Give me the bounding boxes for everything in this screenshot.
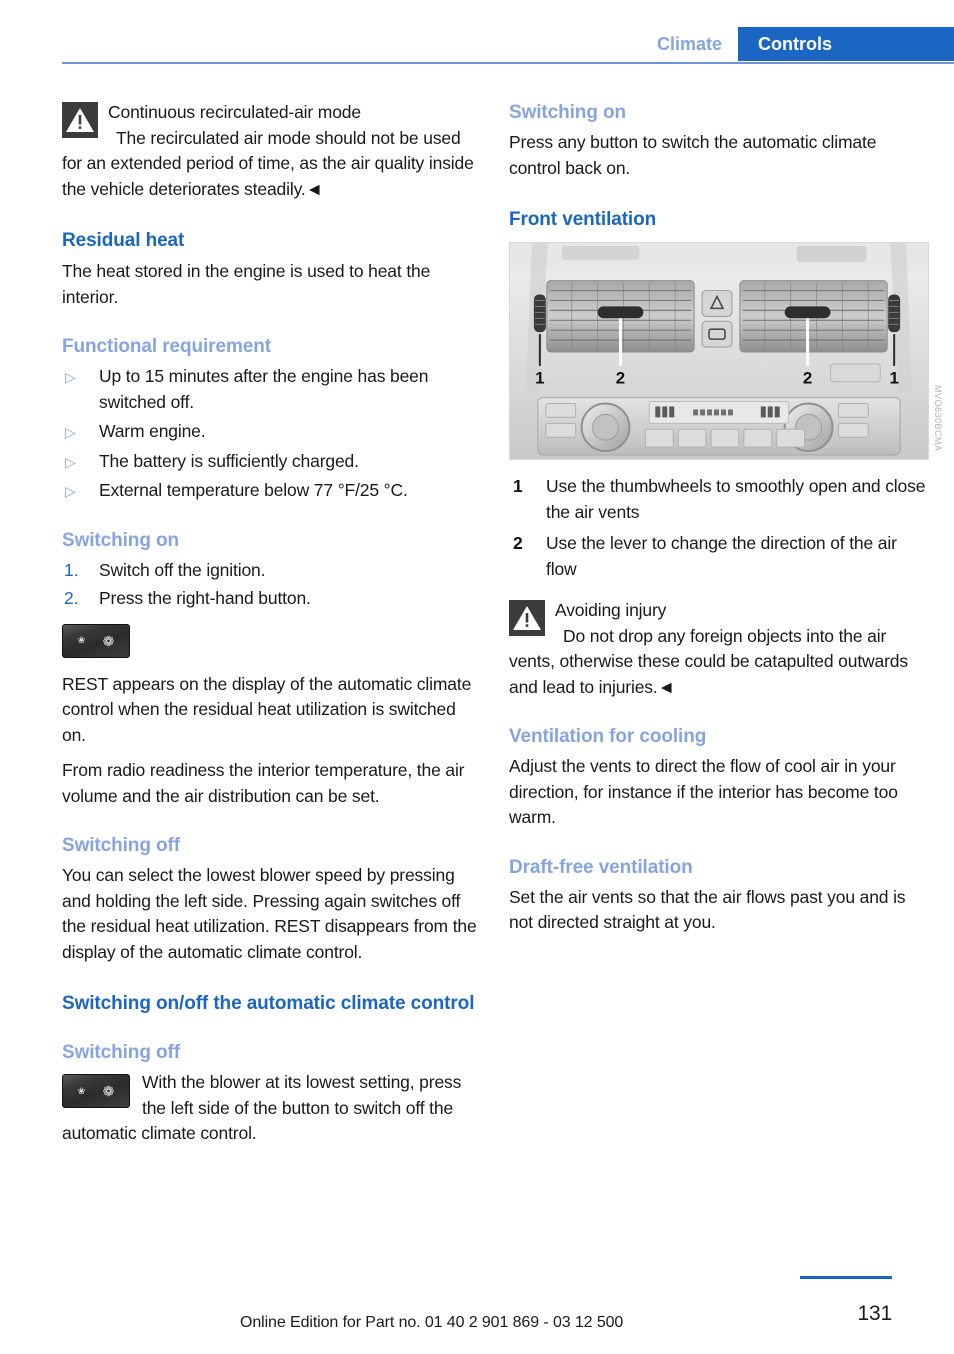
- fan-large-icon: ❁: [102, 632, 115, 649]
- heading-switching-on-left: Switching on: [62, 529, 180, 551]
- fan-large-icon: ❁: [102, 1083, 115, 1099]
- list-item-text: External temperature below 77 °F/25 °C.: [99, 480, 408, 500]
- legend-text: Use the thumbwheels to smoothly open and…: [546, 476, 926, 522]
- legend-text: Use the lever to change the direction of…: [546, 533, 897, 579]
- list-item-text: The battery is sufficiently charged.: [99, 450, 359, 471]
- blower-button-icon: ❀ ❁: [62, 1074, 130, 1108]
- svg-text:2: 2: [803, 369, 812, 388]
- svg-text:1: 1: [889, 369, 898, 388]
- blower-button-icon: ❀ ❁: [62, 623, 130, 658]
- paragraph-rest-display: REST appears on the display of the autom…: [62, 673, 472, 745]
- list-front-vent-legend: 1 Use the thumbwheels to smoothly open a…: [509, 474, 929, 582]
- header-chapter-label: Climate: [638, 27, 738, 61]
- step-text: Switch off the ignition.: [99, 559, 266, 580]
- triangle-bullet-icon: ▷: [65, 453, 76, 470]
- list-switching-on-steps: 1. Switch off the ignition. 2. Press the…: [62, 558, 482, 612]
- heading-draft-free: Draft-free ventilation: [509, 856, 693, 878]
- step-number: 1.: [64, 559, 79, 580]
- heading-functional-requirement: Functional requirement: [62, 336, 271, 357]
- list-functional-requirement: ▷ Up to 15 minutes after the engine has …: [62, 364, 482, 504]
- warning-triangle-icon: [509, 600, 545, 636]
- header-section-label: Controls: [738, 27, 954, 61]
- list-item: ▷ The battery is sufficiently charged.: [62, 449, 482, 475]
- heading-switching-on-right: Switching on: [509, 102, 627, 123]
- page-number-value: 131: [857, 1302, 893, 1325]
- running-header: Climate Controls: [0, 27, 954, 61]
- svg-text:1: 1: [535, 369, 544, 388]
- list-item: ▷ Warm engine.: [62, 419, 482, 445]
- figure-front-vents: 1 2 2 1 MVO630BCMA: [509, 242, 943, 460]
- legend-number: 1: [513, 476, 523, 496]
- warning-triangle-icon: [62, 102, 98, 138]
- legend-number: 2: [513, 533, 523, 553]
- footer-page-number: 131: [800, 1302, 893, 1326]
- figure-reference-code: MVO630BCMA: [933, 385, 943, 452]
- heading-residual-heat: Residual heat: [62, 230, 185, 251]
- paragraph-radio-readiness: From radio readiness the interior temper…: [62, 760, 465, 806]
- heading-front-ventilation: Front ventilation: [509, 209, 657, 230]
- paragraph-draft-free: Set the air vents so that the air flows …: [509, 886, 906, 933]
- step-text: Press the right-hand button.: [99, 588, 311, 608]
- auto-climate-switch-off-block: ❀ ❁ With the blower at its lowest settin…: [62, 1070, 482, 1147]
- triangle-bullet-icon: ▷: [65, 369, 76, 385]
- paragraph-ventilation-cooling: Adjust the vents to direct the flow of c…: [509, 756, 898, 827]
- list-item: ▷ Up to 15 minutes after the engine has …: [62, 364, 482, 415]
- list-item: 2 Use the lever to change the direction …: [509, 531, 929, 582]
- list-item: 1 Use the thumbwheels to smoothly open a…: [509, 474, 929, 525]
- svg-text:2: 2: [616, 369, 625, 388]
- warning-avoiding-injury: Avoiding injury Do not drop any foreign …: [509, 598, 929, 700]
- footer-divider: [800, 1276, 892, 1279]
- warning-body: The recirculated air mode should not be …: [62, 127, 474, 199]
- heading-auto-climate-switching-off: Switching off: [62, 1042, 180, 1063]
- list-item-text: Warm engine.: [99, 421, 206, 441]
- list-item-text: Up to 15 minutes after the engine has be…: [99, 366, 429, 412]
- right-column: Switching on Press any button to switch …: [509, 100, 943, 946]
- paragraph-residual-heat: The heat stored in the engine is used to…: [62, 261, 431, 307]
- fan-small-icon: ❀: [77, 635, 86, 645]
- header-tabs: Climate Controls: [638, 27, 954, 61]
- list-item: ▷ External temperature below 77 °F/25 °C…: [62, 478, 482, 504]
- heading-switching-off-left: Switching off: [62, 835, 180, 856]
- list-item: 2. Press the right-hand button.: [62, 586, 482, 612]
- heading-auto-climate-onoff: Switching on/off the automatic climate c…: [62, 993, 475, 1014]
- warning-recirculated-air: Continuous recirculated-air mode The rec…: [62, 100, 482, 202]
- warning-title: Continuous recirculated-air mode: [108, 102, 361, 122]
- triangle-bullet-icon: ▷: [65, 483, 76, 499]
- paragraph-switching-off: You can select the lowest blower speed b…: [62, 865, 477, 962]
- warning-title: Avoiding injury: [555, 600, 667, 620]
- list-item: 1. Switch off the ignition.: [62, 558, 482, 584]
- header-divider: [62, 62, 954, 64]
- blower-button-figure-inline: ❀ ❁: [62, 1074, 130, 1108]
- left-column: Continuous recirculated-air mode The rec…: [62, 100, 482, 1157]
- heading-ventilation-cooling: Ventilation for cooling: [509, 726, 707, 747]
- step-number: 2.: [64, 588, 79, 608]
- triangle-bullet-icon: ▷: [65, 424, 76, 440]
- paragraph-switching-on-right: Press any button to switch the automatic…: [509, 132, 877, 178]
- blower-button-figure: ❀ ❁: [62, 623, 482, 658]
- footer-edition-text: Online Edition for Part no. 01 40 2 901 …: [240, 1314, 624, 1331]
- fan-small-icon: ❀: [77, 1085, 86, 1096]
- warning-body: Do not drop any foreign objects into the…: [509, 625, 908, 697]
- front-vents-illustration: 1 2 2 1: [509, 242, 929, 460]
